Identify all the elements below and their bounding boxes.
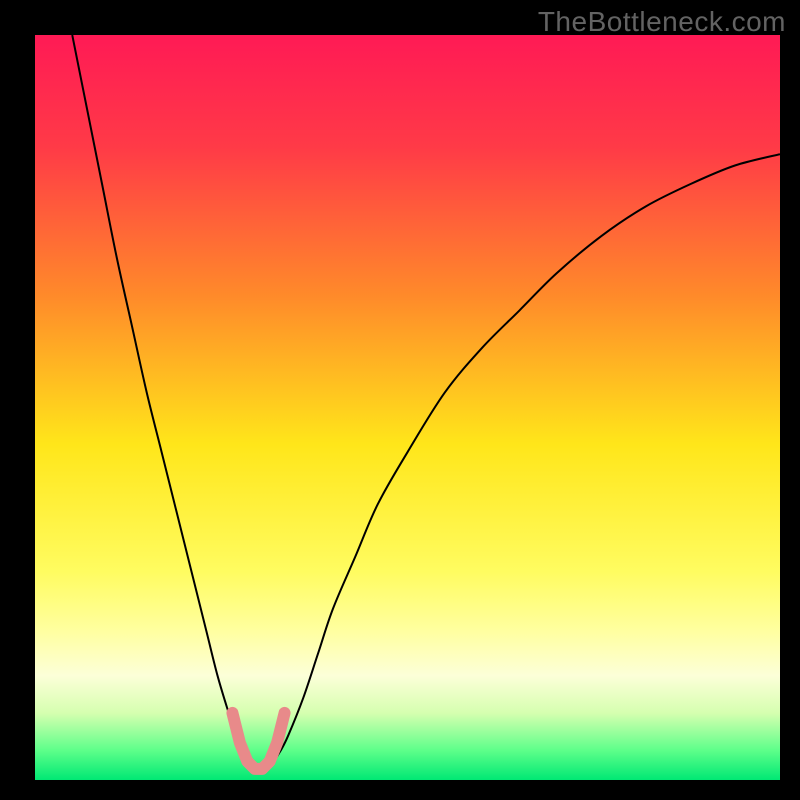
chart-frame: TheBottleneck.com xyxy=(0,0,800,800)
chart-background xyxy=(35,35,780,780)
watermark-text: TheBottleneck.com xyxy=(538,6,786,38)
chart-plot xyxy=(35,35,780,780)
